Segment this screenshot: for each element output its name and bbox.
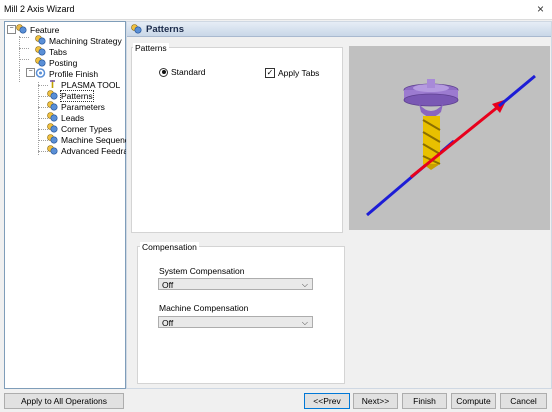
- compute-button[interactable]: Compute: [451, 393, 496, 409]
- tree-item-leads[interactable]: Leads: [47, 112, 84, 123]
- gear-blue-icon: [47, 134, 58, 144]
- system-compensation-label: System Compensation: [159, 266, 245, 276]
- machine-compensation-label: Machine Compensation: [159, 303, 249, 313]
- patterns-group-legend: Patterns: [133, 43, 169, 53]
- radio-selected-icon: [159, 67, 168, 77]
- apply-to-all-button[interactable]: Apply to All Operations: [4, 393, 124, 409]
- tree-item-tabs[interactable]: Tabs: [35, 46, 67, 57]
- gear-blue-icon: [47, 101, 58, 111]
- feature-icon: [16, 24, 27, 34]
- tool-icon: [50, 80, 55, 88]
- plasma-tool-graphic: [403, 79, 459, 170]
- checkmark-icon: ✓: [265, 68, 275, 78]
- title-bar: Mill 2 Axis Wizard ×: [0, 0, 552, 20]
- operation-tree: − − Feature Machining Strategy Tabs Post…: [4, 21, 139, 389]
- tree-item-feature[interactable]: Feature: [16, 24, 59, 35]
- profile-op-icon: [35, 68, 46, 78]
- settings-panel: Patterns Patterns Standard ✓ Apply Tabs: [126, 21, 552, 389]
- tool-preview-image: [349, 46, 550, 230]
- gear-blue-icon: [35, 35, 46, 45]
- chevron-down-icon: ⌵: [301, 280, 308, 289]
- system-compensation-select[interactable]: Off ⌵: [158, 278, 313, 290]
- finish-button[interactable]: Finish: [402, 393, 447, 409]
- window-title: Mill 2 Axis Wizard: [4, 4, 75, 14]
- panel-title: Patterns: [146, 24, 185, 35]
- gear-blue-icon: [47, 112, 58, 122]
- chevron-down-icon: ⌵: [301, 318, 308, 327]
- button-bar: Apply to All Operations <<Prev Next>> Fi…: [0, 389, 552, 412]
- tree-item-parameters[interactable]: Parameters: [47, 101, 105, 112]
- profile-finish-expander[interactable]: −: [26, 68, 35, 77]
- gear-blue-icon: [47, 145, 58, 155]
- standard-radio[interactable]: Standard: [159, 67, 206, 77]
- tree-item-profile-finish[interactable]: Profile Finish: [35, 68, 98, 79]
- apply-tabs-checkbox[interactable]: ✓ Apply Tabs: [265, 68, 319, 78]
- panel-header: Patterns: [127, 22, 551, 37]
- feature-expander[interactable]: −: [7, 25, 16, 34]
- tree-item-plasma-tool[interactable]: PLASMA TOOL: [47, 79, 120, 90]
- tree-item-machine-sequence[interactable]: Machine Sequence: [47, 134, 134, 145]
- gear-blue-icon: [131, 24, 142, 34]
- tree-item-corner-types[interactable]: Corner Types: [47, 123, 112, 134]
- cancel-button[interactable]: Cancel: [500, 393, 547, 409]
- prev-button[interactable]: <<Prev: [304, 393, 350, 409]
- gear-blue-icon: [47, 90, 58, 100]
- next-button[interactable]: Next>>: [353, 393, 398, 409]
- tree-item-machining-strategy[interactable]: Machining Strategy: [35, 35, 122, 46]
- tree-item-posting[interactable]: Posting: [35, 57, 77, 68]
- compensation-group-legend: Compensation: [140, 242, 199, 252]
- tree-item-patterns[interactable]: Patterns: [47, 90, 94, 102]
- machine-compensation-select[interactable]: Off ⌵: [158, 316, 313, 328]
- gear-blue-icon: [47, 123, 58, 133]
- gear-blue-icon: [35, 57, 46, 67]
- gear-blue-icon: [35, 46, 46, 56]
- close-icon[interactable]: ×: [537, 2, 544, 16]
